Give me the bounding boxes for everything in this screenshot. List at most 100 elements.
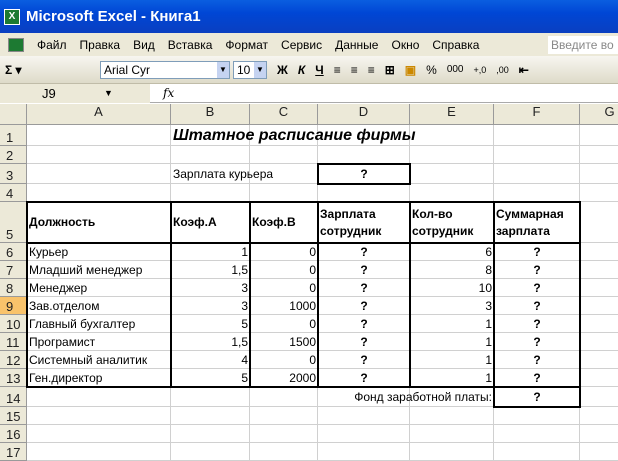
cell[interactable]	[27, 164, 171, 184]
chevron-down-icon[interactable]: ▼	[217, 61, 229, 78]
cell[interactable]	[410, 164, 494, 184]
workbook-icon[interactable]	[8, 37, 24, 52]
cell[interactable]	[318, 407, 410, 425]
row-header-2[interactable]: 2	[0, 146, 27, 164]
cell[interactable]	[250, 407, 318, 425]
cell[interactable]	[494, 407, 580, 425]
cell[interactable]	[27, 387, 171, 407]
cell[interactable]	[580, 297, 618, 315]
row-header-12[interactable]: 12	[0, 351, 27, 369]
cell[interactable]	[250, 387, 318, 407]
cell[interactable]	[580, 125, 618, 146]
cell[interactable]	[494, 425, 580, 443]
select-all-corner[interactable]	[0, 104, 27, 125]
cell[interactable]	[171, 146, 250, 164]
menu-window[interactable]: Окно	[391, 38, 419, 52]
cell[interactable]	[580, 333, 618, 351]
merge-center-icon[interactable]: ⊞	[385, 63, 395, 77]
fx-icon[interactable]: fx	[163, 86, 174, 100]
row-header-15[interactable]: 15	[0, 407, 27, 425]
menu-data[interactable]: Данные	[335, 38, 378, 52]
cell[interactable]	[580, 261, 618, 279]
font-select[interactable]: Arial Cyr ▼	[100, 60, 230, 79]
cell[interactable]	[580, 387, 618, 407]
row-header-8[interactable]: 8	[0, 279, 27, 297]
cell[interactable]	[27, 184, 171, 202]
decrease-decimal-button[interactable]: ,00	[496, 65, 509, 75]
cell[interactable]	[494, 164, 580, 184]
chevron-down-icon[interactable]: ▼	[254, 61, 266, 78]
row-header-11[interactable]: 11	[0, 333, 27, 351]
row-header-9[interactable]: 9	[0, 297, 27, 315]
cell[interactable]	[250, 146, 318, 164]
cell[interactable]	[580, 243, 618, 261]
row-header-17[interactable]: 17	[0, 443, 27, 461]
chevron-down-icon[interactable]: ▼	[104, 88, 113, 98]
cell[interactable]	[318, 146, 410, 164]
cell[interactable]	[580, 315, 618, 333]
cell[interactable]	[318, 425, 410, 443]
menu-tools[interactable]: Сервис	[281, 38, 322, 52]
menu-help[interactable]: Справка	[432, 38, 479, 52]
cell[interactable]	[580, 164, 618, 184]
column-header-A[interactable]: A	[27, 104, 171, 125]
row-header-4[interactable]: 4	[0, 184, 27, 202]
cell[interactable]	[27, 443, 171, 461]
align-center-icon[interactable]: ≡	[351, 63, 358, 77]
bold-button[interactable]: Ж	[277, 63, 288, 77]
cell[interactable]	[580, 443, 618, 461]
cell[interactable]	[318, 443, 410, 461]
column-header-D[interactable]: D	[318, 104, 410, 125]
cell[interactable]	[580, 407, 618, 425]
cell[interactable]	[494, 443, 580, 461]
row-header-5[interactable]: 5	[0, 202, 27, 243]
thousands-button[interactable]: 000	[447, 64, 464, 75]
align-left-icon[interactable]: ≡	[334, 63, 341, 77]
cell[interactable]	[171, 443, 250, 461]
cell[interactable]	[580, 184, 618, 202]
cell[interactable]	[250, 443, 318, 461]
cell[interactable]	[494, 146, 580, 164]
cell[interactable]	[318, 184, 410, 202]
align-right-icon[interactable]: ≡	[368, 63, 375, 77]
increase-decimal-button[interactable]: +,0	[474, 65, 487, 75]
italic-button[interactable]: К	[298, 63, 305, 77]
cell[interactable]	[494, 125, 580, 146]
row-header-10[interactable]: 10	[0, 315, 27, 333]
menu-insert[interactable]: Вставка	[168, 38, 213, 52]
row-header-16[interactable]: 16	[0, 425, 27, 443]
cell[interactable]	[580, 279, 618, 297]
row-header-7[interactable]: 7	[0, 261, 27, 279]
currency-icon[interactable]: ▣	[405, 63, 416, 77]
cell[interactable]	[171, 387, 250, 407]
menu-view[interactable]: Вид	[133, 38, 155, 52]
cell[interactable]	[250, 184, 318, 202]
row-header-13[interactable]: 13	[0, 369, 27, 387]
autosum-button[interactable]: Σ ▾	[5, 63, 75, 77]
formula-input[interactable]	[180, 84, 618, 103]
cell[interactable]	[250, 425, 318, 443]
menu-edit[interactable]: Правка	[80, 38, 121, 52]
cell[interactable]	[171, 407, 250, 425]
row-header-14[interactable]: 14	[0, 387, 27, 407]
menu-file[interactable]: Файл	[37, 38, 67, 52]
cell[interactable]	[410, 443, 494, 461]
column-header-C[interactable]: C	[250, 104, 318, 125]
cell[interactable]	[27, 425, 171, 443]
cell[interactable]	[410, 146, 494, 164]
font-size-select[interactable]: 10 ▼	[233, 60, 267, 79]
percent-button[interactable]: %	[426, 63, 437, 77]
row-header-3[interactable]: 3	[0, 164, 27, 184]
column-header-E[interactable]: E	[410, 104, 494, 125]
column-header-B[interactable]: B	[171, 104, 250, 125]
cell[interactable]	[27, 146, 171, 164]
column-header-F[interactable]: F	[494, 104, 580, 125]
cell[interactable]	[171, 425, 250, 443]
indent-icon[interactable]: ⇤	[519, 63, 529, 77]
cell[interactable]	[494, 184, 580, 202]
cell[interactable]	[410, 425, 494, 443]
cell[interactable]	[580, 351, 618, 369]
cell[interactable]	[171, 184, 250, 202]
row-header-6[interactable]: 6	[0, 243, 27, 261]
cell[interactable]	[580, 146, 618, 164]
